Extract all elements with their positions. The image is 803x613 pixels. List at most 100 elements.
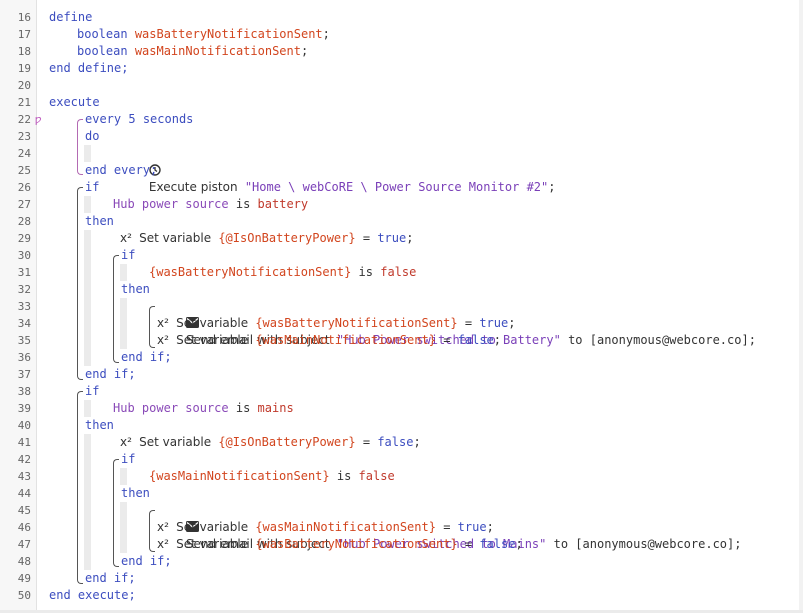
equals: = <box>362 231 371 245</box>
semicolon: ; <box>748 333 756 347</box>
attribute-name: power source <box>141 401 229 415</box>
code-line[interactable]: x² Set variable {@IsOnBatteryPower} = tr… <box>120 230 413 247</box>
code-line[interactable]: x² Set variable {wasBatteryNotificationS… <box>157 536 523 553</box>
condition-line[interactable]: {wasMainNotificationSent} is false <box>149 468 395 485</box>
code-line: boolean wasBatteryNotificationSent; <box>77 26 330 43</box>
every-amount: 5 <box>128 112 136 126</box>
code-line: end if; <box>121 349 172 366</box>
variable-value: true <box>457 520 487 534</box>
every-keyword: every <box>85 112 122 126</box>
condition-line[interactable]: {wasBatteryNotificationSent} is false <box>149 264 416 281</box>
if-block-bracket <box>77 391 83 584</box>
line-number: 32 <box>17 283 31 296</box>
indent-bar <box>120 502 127 553</box>
code-line[interactable]: Send email with subject "Hub Power switc… <box>157 298 756 347</box>
to-text: to <box>553 537 569 551</box>
if-keyword: if <box>121 248 136 262</box>
equals: = <box>464 316 473 330</box>
line-number: 34 <box>17 317 31 330</box>
indent-bar <box>120 264 127 281</box>
line-number: 36 <box>17 351 31 364</box>
code-line[interactable]: x² Set variable {wasMainNotificationSent… <box>157 519 494 536</box>
operator: is <box>235 401 251 415</box>
indent-bar <box>84 145 91 162</box>
line-number: 25 <box>17 164 31 177</box>
variable-value: false <box>457 333 494 347</box>
device-name: Hub <box>113 401 135 415</box>
variable-name: {wasMainNotificationSent} <box>255 520 436 534</box>
code-line: then <box>121 281 150 298</box>
condition-line[interactable]: Hub power source is battery <box>113 196 308 213</box>
line-number: 35 <box>17 334 31 347</box>
code-line[interactable]: x² Set variable {wasMainNotificationSent… <box>157 332 501 349</box>
trigger-marker-icon: ƿ <box>35 113 42 126</box>
end-if-keyword: end if; <box>121 554 172 568</box>
indent-bar <box>120 468 127 485</box>
statement-group-bracket <box>149 510 155 552</box>
code-line[interactable]: Send email with subject "Hub Power switc… <box>157 502 741 551</box>
vertical-scrollbar[interactable] <box>799 0 803 613</box>
line-number: 43 <box>17 470 31 483</box>
indent-bar <box>84 196 91 213</box>
set-variable-text: Set variable <box>139 435 212 449</box>
code-line[interactable]: if <box>121 247 135 264</box>
line-number: 26 <box>17 181 31 194</box>
if-block-bracket <box>113 459 119 567</box>
variable-icon: x² <box>157 316 169 330</box>
if-block-bracket <box>77 187 83 380</box>
execute-keyword: execute <box>49 95 100 109</box>
indent-bar <box>84 230 91 366</box>
equals: = <box>443 520 451 534</box>
var-name[interactable]: wasBatteryNotificationSent <box>135 27 323 41</box>
code-line: end if; <box>85 366 136 383</box>
set-variable-text: Set variable <box>176 333 249 347</box>
indent-bar <box>84 434 91 570</box>
code-line[interactable]: every 5 seconds <box>85 111 193 128</box>
code-line: then <box>121 485 150 502</box>
variable-icon: x² <box>157 333 169 347</box>
var-type: boolean <box>77 27 128 41</box>
line-number: 40 <box>17 419 31 432</box>
device-name: Hub <box>113 197 135 211</box>
line-number: 47 <box>17 538 31 551</box>
var-name[interactable]: wasMainNotificationSent <box>135 44 301 58</box>
condition-value: mains <box>257 401 294 415</box>
line-number: 33 <box>17 300 31 313</box>
line-number: 48 <box>17 555 31 568</box>
variable-value: true <box>479 316 509 330</box>
line-number: 23 <box>17 130 31 143</box>
code-line: boolean wasMainNotificationSent; <box>77 43 308 60</box>
code-line[interactable]: if <box>85 383 99 400</box>
code-line: define <box>49 9 92 26</box>
code-line[interactable]: x² Set variable {@IsOnBatteryPower} = fa… <box>120 434 421 451</box>
variable-value: true <box>377 231 407 245</box>
code-line: end define; <box>49 60 128 77</box>
code-line: do <box>85 128 99 145</box>
line-number: 28 <box>17 215 31 228</box>
email-recipient: [anonymous@webcore.co] <box>589 333 749 347</box>
line-number: 19 <box>17 62 31 75</box>
semicolon: ; <box>515 537 523 551</box>
variable-icon: x² <box>157 537 169 551</box>
code-line[interactable]: if <box>85 179 99 196</box>
end-if-keyword: end if; <box>121 350 172 364</box>
set-variable-text: Set variable <box>176 316 249 330</box>
semicolon: ; <box>413 435 421 449</box>
line-number: 18 <box>17 45 31 58</box>
set-variable-text: Set variable <box>139 231 212 245</box>
operator: is <box>358 265 373 279</box>
variable-name: {wasBatteryNotificationSent} <box>255 316 458 330</box>
line-number: 22 <box>17 113 31 126</box>
line-number: 16 <box>17 11 31 24</box>
code-line[interactable]: x² Set variable {wasBatteryNotificationS… <box>157 315 515 332</box>
line-number: 42 <box>17 453 31 466</box>
variable-name: {@IsOnBatteryPower} <box>218 231 356 245</box>
semicolon: ; <box>508 316 516 330</box>
line-number: 45 <box>17 504 31 517</box>
end-if-keyword: end if; <box>85 367 136 381</box>
condition-line[interactable]: Hub power source is mains <box>113 400 294 417</box>
code-line[interactable]: Execute piston "Home \ webCoRE \ Power S… <box>120 145 555 194</box>
code-line: end every; <box>85 162 157 179</box>
variable-name: {wasMainNotificationSent} <box>149 469 330 483</box>
code-line[interactable]: if <box>121 451 135 468</box>
